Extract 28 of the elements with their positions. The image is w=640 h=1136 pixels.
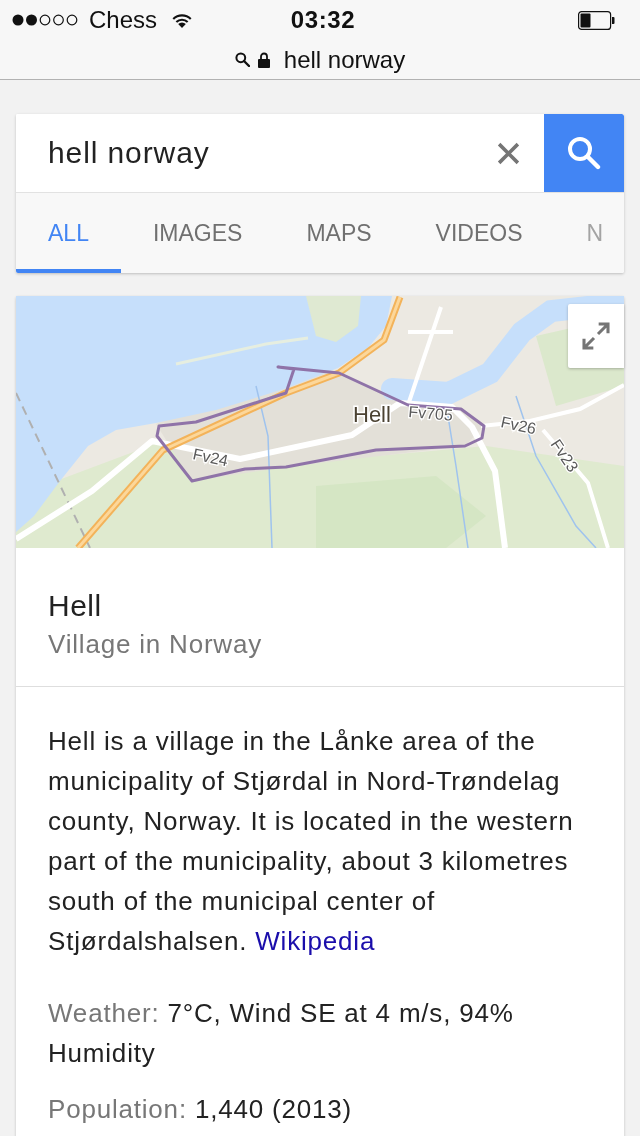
fact-text: Population: 1,440 (2013) xyxy=(48,1093,353,1126)
place-title: Hell xyxy=(48,588,103,624)
place-subtitle: Village in Norway xyxy=(48,628,263,661)
close-icon xyxy=(495,140,521,166)
search-tab[interactable]: N xyxy=(554,193,604,273)
expand-icon xyxy=(580,320,612,352)
search-tab[interactable]: ALL xyxy=(16,193,121,273)
signal-icon xyxy=(12,14,79,26)
lock-icon xyxy=(257,51,270,68)
search-tab[interactable]: VIDEOS xyxy=(403,193,555,273)
search-icon xyxy=(234,52,250,67)
expand-button[interactable] xyxy=(568,304,624,368)
search-button[interactable] xyxy=(544,114,624,192)
place-label: Hell xyxy=(353,402,391,427)
battery-icon xyxy=(578,10,615,30)
description-text: Hell is a village in the Lånke area of the municipality of Stjørdal in Nord-Trøndelag county, Norway. It is located in the western part of the municipality, about 3 kilometres south of the municipal center of Stjørdalshalsen. Wikipedia xyxy=(48,725,575,958)
search-tab[interactable]: MAPS xyxy=(274,193,404,273)
road-label: Fv26 xyxy=(499,413,538,438)
wifi-icon xyxy=(171,12,194,28)
road-label: Fv24 xyxy=(191,445,230,470)
status-time: 03:32 xyxy=(290,6,356,34)
address-text[interactable]: hell norway xyxy=(283,45,406,74)
search-tab[interactable]: IMAGES xyxy=(120,193,275,273)
fact-text: Weather: 7°C, Wind SE at 4 m/s, 94% Humidity xyxy=(48,997,515,1070)
carrier-name: Chess xyxy=(89,6,158,34)
wikipedia-link[interactable]: Wikipedia xyxy=(255,926,376,956)
road-label: Fv705 xyxy=(407,403,454,424)
search-icon xyxy=(567,136,601,170)
